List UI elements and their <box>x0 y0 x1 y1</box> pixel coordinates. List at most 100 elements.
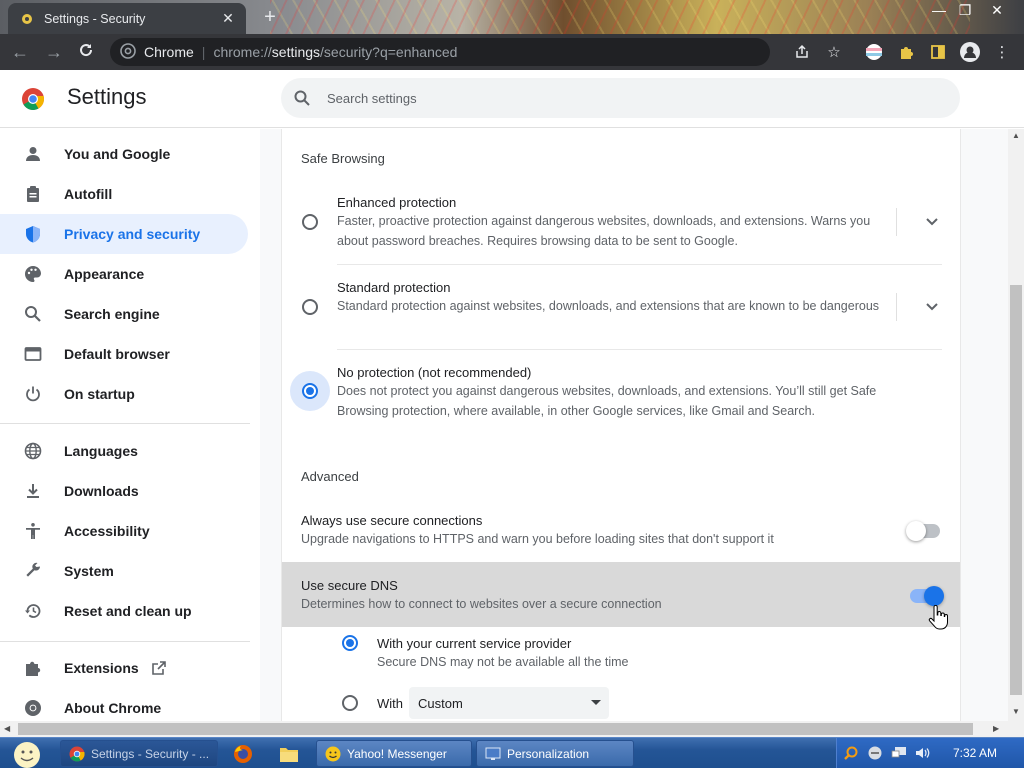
sidebar-item-label: Appearance <box>64 266 145 282</box>
sidebar-item-label: Privacy and security <box>64 226 201 242</box>
sidebar-item-label: About Chrome <box>64 700 162 716</box>
chevron-down-icon[interactable] <box>922 297 942 317</box>
sidebar-item-system[interactable]: System <box>0 551 248 591</box>
taskbar-button-chrome[interactable]: Settings - Security - ... <box>60 740 218 767</box>
sidebar-item-label: On startup <box>64 386 135 402</box>
url-prefix: chrome:// <box>213 44 272 60</box>
maximize-button[interactable]: ❐ <box>952 0 978 22</box>
dns-provider-select[interactable]: Custom <box>409 687 609 719</box>
smiley-icon <box>14 741 40 768</box>
puzzle-icon <box>22 657 44 679</box>
tab-close-icon[interactable]: ✕ <box>220 10 236 26</box>
scroll-up-arrow-icon[interactable]: ▲ <box>1011 131 1021 140</box>
custom-provider-radio[interactable] <box>342 695 358 711</box>
bookmark-star-icon[interactable]: ☆ <box>822 40 846 64</box>
sidebar-item-label: You and Google <box>64 146 171 162</box>
sidebar-nav: You and Google Autofill Privacy and secu… <box>0 129 260 721</box>
gear-icon <box>20 12 34 26</box>
taskbar-button-label: Personalization <box>507 746 590 761</box>
monitor-tray-icon[interactable] <box>891 745 907 761</box>
no-protection-radio[interactable] <box>302 383 318 399</box>
sidebar-item-label: Extensions <box>64 660 139 676</box>
sidebar-item-label: Downloads <box>64 483 139 499</box>
chrome-icon <box>69 746 85 762</box>
enhanced-protection-desc: Faster, proactive protection against dan… <box>337 214 871 248</box>
scroll-left-arrow-icon[interactable]: ◀ <box>4 724 14 733</box>
chrome-site-icon <box>120 42 136 62</box>
sidebar-item-default-browser[interactable]: Default browser <box>0 334 248 374</box>
horizontal-scrollbar[interactable]: ◀ ▶ <box>0 721 1008 737</box>
sidebar-item-downloads[interactable]: Downloads <box>0 471 248 511</box>
start-button[interactable] <box>6 738 48 768</box>
taskbar-button-label: Settings - Security - ... <box>91 746 210 761</box>
omnibox-separator: | <box>201 44 206 60</box>
site-label: Chrome <box>144 44 194 60</box>
scroll-right-arrow-icon[interactable]: ▶ <box>993 724 1003 733</box>
menu-kebab-icon[interactable]: ⋮ <box>990 40 1014 64</box>
share-icon[interactable] <box>790 40 814 64</box>
taskbar-button-personalization[interactable]: Personalization <box>476 740 634 767</box>
new-tab-button[interactable]: + <box>258 6 282 30</box>
tab-title: Settings - Security <box>44 11 146 26</box>
sidebar-item-on-startup[interactable]: On startup <box>0 374 248 414</box>
sidebar-item-label: System <box>64 563 114 579</box>
sidebar-item-you-and-google[interactable]: You and Google <box>0 134 248 174</box>
dropdown-arrow-icon <box>591 700 601 705</box>
extensions-puzzle-icon[interactable] <box>894 40 918 64</box>
sidebar-item-reset-and-clean-up[interactable]: Reset and clean up <box>0 591 248 631</box>
volume-icon[interactable] <box>915 745 931 761</box>
profile-flag-icon[interactable] <box>862 40 886 64</box>
browser-tab[interactable]: Settings - Security ✕ <box>8 3 246 34</box>
taskbar-button-yahoo-messenger[interactable]: Yahoo! Messenger <box>316 740 472 767</box>
chevron-down-icon[interactable] <box>922 212 942 232</box>
minimize-button[interactable]: — <box>926 0 952 22</box>
shield-icon <box>22 223 44 245</box>
forward-icon[interactable]: → <box>42 40 66 64</box>
firefox-icon[interactable] <box>232 743 254 765</box>
settings-search[interactable] <box>281 78 960 118</box>
address-bar[interactable]: Chrome | chrome://settings/security?q=en… <box>110 38 770 66</box>
back-icon[interactable]: ← <box>8 40 32 64</box>
standard-protection-desc: Standard protection against websites, do… <box>337 299 880 313</box>
search-tray-icon[interactable] <box>843 745 859 761</box>
sidebar-item-search-engine[interactable]: Search engine <box>0 294 248 334</box>
current-provider-radio[interactable] <box>342 635 358 651</box>
sidebar-item-autofill[interactable]: Autofill <box>0 174 248 214</box>
side-panel-icon[interactable] <box>926 40 950 64</box>
sidebar-item-extensions[interactable]: Extensions <box>0 648 248 688</box>
window-titlebar: Settings - Security ✕ + — ❐ ✕ <box>0 0 1024 34</box>
reload-icon[interactable] <box>74 40 98 64</box>
vertical-scrollbar[interactable]: ▲ ▼ <box>1008 129 1024 721</box>
no-protection-desc: Does not protect you against dangerous w… <box>337 384 877 418</box>
dns-provider-value: Custom <box>418 695 463 711</box>
https-first-toggle[interactable] <box>906 521 940 541</box>
folder-icon[interactable] <box>278 743 300 765</box>
scrollbar-thumb[interactable] <box>18 723 973 735</box>
search-icon <box>22 303 44 325</box>
scroll-down-arrow-icon[interactable]: ▼ <box>1011 707 1021 716</box>
toggle-knob <box>924 586 944 606</box>
close-window-button[interactable]: ✕ <box>984 0 1010 22</box>
search-input[interactable] <box>327 90 927 106</box>
sidebar-item-privacy-and-security[interactable]: Privacy and security <box>0 214 248 254</box>
account-avatar-icon[interactable] <box>958 40 982 64</box>
toggle-knob <box>906 521 926 541</box>
palette-icon <box>22 263 44 285</box>
network-status-icon[interactable] <box>867 745 883 761</box>
secure-dns-toggle[interactable] <box>910 586 944 606</box>
url-host: settings <box>271 44 321 60</box>
sidebar-item-languages[interactable]: Languages <box>0 431 248 471</box>
sidebar-item-accessibility[interactable]: Accessibility <box>0 511 248 551</box>
safe-browsing-heading: Safe Browsing <box>301 151 385 166</box>
sidebar-item-label: Default browser <box>64 346 170 362</box>
standard-protection-radio[interactable] <box>302 299 318 315</box>
https-first-title: Always use secure connections <box>301 513 483 528</box>
enhanced-protection-radio[interactable] <box>302 214 318 230</box>
secure-dns-row[interactable]: Use secure DNS Determines how to connect… <box>282 562 960 627</box>
sidebar-divider <box>0 423 250 424</box>
sidebar-item-appearance[interactable]: Appearance <box>0 254 248 294</box>
scrollbar-thumb[interactable] <box>1010 285 1022 695</box>
taskbar-clock[interactable]: 7:32 AM <box>953 746 997 760</box>
expand-separator <box>896 208 897 236</box>
sidebar-divider <box>0 641 250 642</box>
